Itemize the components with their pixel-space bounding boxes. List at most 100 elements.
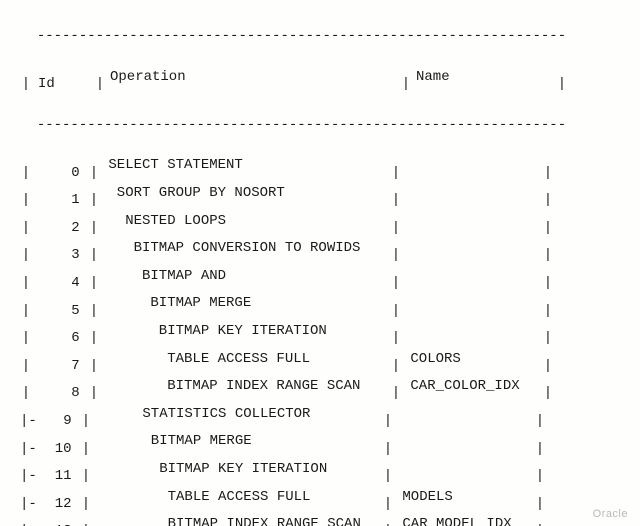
table-row: |-12 | TABLE ACCESS FULL| MODELS| xyxy=(20,487,630,515)
row-operation: NESTED LOOPS xyxy=(100,211,390,231)
table-row: |4 | BITMAP AND| | xyxy=(20,266,630,294)
pipe-icon: | xyxy=(542,245,554,265)
pipe-icon: | xyxy=(390,190,402,210)
pipe-icon: | xyxy=(88,163,100,183)
row-id: 10 xyxy=(32,439,80,459)
dash-mid: ----------------------------------------… xyxy=(37,117,566,133)
pipe-icon: | xyxy=(20,301,32,321)
row-operation: BITMAP CONVERSION TO ROWIDS xyxy=(100,238,390,258)
row-name xyxy=(394,404,534,424)
pipe-icon: | xyxy=(20,190,32,210)
pipe-icon: | xyxy=(542,356,554,376)
pipe-icon: | xyxy=(88,190,100,210)
table-row: |7 | TABLE ACCESS FULL| COLORS| xyxy=(20,349,630,377)
plan-rows: |0 | SELECT STATEMENT| ||1 | SORT GROUP … xyxy=(20,155,630,526)
pipe-icon: | xyxy=(94,74,106,94)
pipe-icon: |- xyxy=(20,411,32,431)
table-row: |-10 | BITMAP MERGE| | xyxy=(20,431,630,459)
pipe-icon: | xyxy=(534,521,546,526)
pipe-icon: | xyxy=(20,356,32,376)
row-id: 4 xyxy=(32,273,88,293)
pipe-icon: | xyxy=(88,245,100,265)
row-operation: SELECT STATEMENT xyxy=(100,155,390,175)
pipe-icon: | xyxy=(534,466,546,486)
explain-plan-output: ----------------------------------------… xyxy=(0,0,640,526)
row-id: 13 xyxy=(32,521,80,526)
row-operation: BITMAP MERGE xyxy=(92,431,382,451)
row-operation: BITMAP AND xyxy=(100,266,390,286)
pipe-icon: | xyxy=(20,383,32,403)
table-row: |5 | BITMAP MERGE| | xyxy=(20,293,630,321)
row-name xyxy=(394,431,534,451)
row-id: 7 xyxy=(32,356,88,376)
pipe-icon: | xyxy=(382,411,394,431)
row-id: 8 xyxy=(32,383,88,403)
row-name xyxy=(402,183,542,203)
table-row: |-9 | STATISTICS COLLECTOR| | xyxy=(20,404,630,432)
pipe-icon: | xyxy=(80,521,92,526)
pipe-icon: | xyxy=(542,328,554,348)
pipe-icon: | xyxy=(88,301,100,321)
row-operation: SORT GROUP BY NOSORT xyxy=(100,183,390,203)
plan-header-row: |Id|Operation|Name| xyxy=(20,67,630,95)
row-operation: TABLE ACCESS FULL xyxy=(92,487,382,507)
table-row: |8 | BITMAP INDEX RANGE SCAN| CAR_COLOR_… xyxy=(20,376,630,404)
pipe-icon: | xyxy=(382,494,394,514)
row-operation: BITMAP MERGE xyxy=(100,293,390,313)
pipe-icon: | xyxy=(80,466,92,486)
pipe-icon: | xyxy=(390,328,402,348)
table-row: |2 | NESTED LOOPS| | xyxy=(20,211,630,239)
row-id: 9 xyxy=(32,411,80,431)
row-id: 0 xyxy=(32,163,88,183)
row-name: CAR_MODEL_IDX xyxy=(394,514,534,526)
row-name xyxy=(402,293,542,313)
pipe-icon: | xyxy=(542,218,554,238)
dash-top: ----------------------------------------… xyxy=(37,28,566,44)
pipe-icon: | xyxy=(542,301,554,321)
pipe-icon: | xyxy=(88,356,100,376)
table-row: |1 | SORT GROUP BY NOSORT| | xyxy=(20,183,630,211)
pipe-icon: | xyxy=(542,383,554,403)
pipe-icon: | xyxy=(20,245,32,265)
pipe-icon: | xyxy=(20,328,32,348)
pipe-icon: | xyxy=(542,190,554,210)
row-operation: BITMAP KEY ITERATION xyxy=(92,459,382,479)
pipe-icon: | xyxy=(80,439,92,459)
row-id: 11 xyxy=(32,466,80,486)
pipe-icon: | xyxy=(80,411,92,431)
pipe-icon: | xyxy=(390,218,402,238)
pipe-icon: | xyxy=(534,439,546,459)
pipe-icon: |- xyxy=(20,494,32,514)
pipe-icon: | xyxy=(534,494,546,514)
row-name xyxy=(402,238,542,258)
pipe-icon: | xyxy=(88,218,100,238)
pipe-icon: | xyxy=(382,466,394,486)
pipe-icon: | xyxy=(390,163,402,183)
pipe-icon: | xyxy=(88,383,100,403)
pipe-icon: | xyxy=(534,411,546,431)
row-name: COLORS xyxy=(402,349,542,369)
row-operation: BITMAP INDEX RANGE SCAN xyxy=(100,376,390,396)
row-operation: BITMAP INDEX RANGE SCAN xyxy=(92,514,382,526)
pipe-icon: | xyxy=(390,383,402,403)
pipe-icon: | xyxy=(542,163,554,183)
row-name: CAR_COLOR_IDX xyxy=(402,376,542,396)
pipe-icon: | xyxy=(390,301,402,321)
pipe-icon: | xyxy=(382,439,394,459)
row-id: 5 xyxy=(32,301,88,321)
row-name xyxy=(394,459,534,479)
pipe-icon: |- xyxy=(20,439,32,459)
col-id-header: Id xyxy=(32,74,94,94)
pipe-icon: | xyxy=(88,328,100,348)
row-name xyxy=(402,155,542,175)
pipe-icon: | xyxy=(542,273,554,293)
row-id: 12 xyxy=(32,494,80,514)
row-name xyxy=(402,211,542,231)
row-operation: BITMAP KEY ITERATION xyxy=(100,321,390,341)
row-id: 6 xyxy=(32,328,88,348)
pipe-icon: | xyxy=(20,273,32,293)
pipe-icon: | xyxy=(382,521,394,526)
row-operation: TABLE ACCESS FULL xyxy=(100,349,390,369)
pipe-icon: | xyxy=(20,218,32,238)
col-name-header: Name xyxy=(412,67,556,87)
